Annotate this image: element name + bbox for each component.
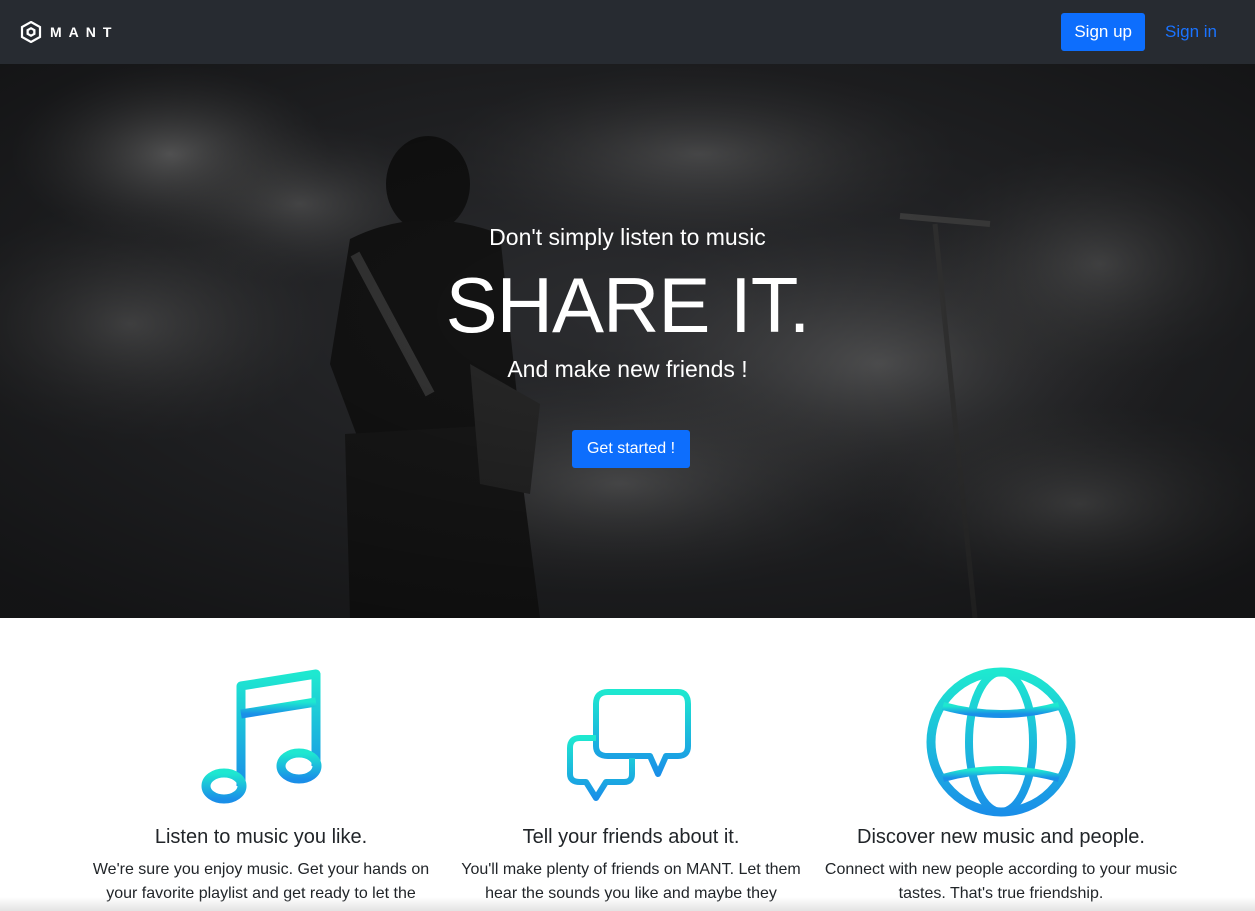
hero-title: SHARE IT. <box>445 261 811 349</box>
brand[interactable]: MANT <box>20 21 118 43</box>
feature-title: Listen to music you like. <box>154 826 368 848</box>
hero-section: Don't simply listen to music SHARE IT. A… <box>0 64 1255 618</box>
nav-actions: Sign up Sign in <box>1061 13 1235 51</box>
feature-title: Discover new music and people. <box>857 826 1145 848</box>
sign-up-button[interactable]: Sign up <box>1061 13 1146 51</box>
hero-subtitle: And make new friends ! <box>507 356 748 382</box>
mant-logo-icon <box>20 21 42 43</box>
hero-tagline: Don't simply listen to music <box>489 224 766 250</box>
feature-title: Tell your friends about it. <box>522 826 740 848</box>
features-section: Listen to music you like. We're sure you… <box>0 618 1255 911</box>
bottom-fade <box>0 897 1255 911</box>
sign-in-link[interactable]: Sign in <box>1165 22 1217 42</box>
navbar: MANT Sign up Sign in <box>0 0 1255 64</box>
chat-bubbles-icon <box>446 666 816 816</box>
music-note-icon <box>76 666 446 816</box>
brand-name: MANT <box>50 24 119 40</box>
globe-icon <box>816 666 1186 817</box>
get-started-button[interactable]: Get started ! <box>572 430 690 468</box>
